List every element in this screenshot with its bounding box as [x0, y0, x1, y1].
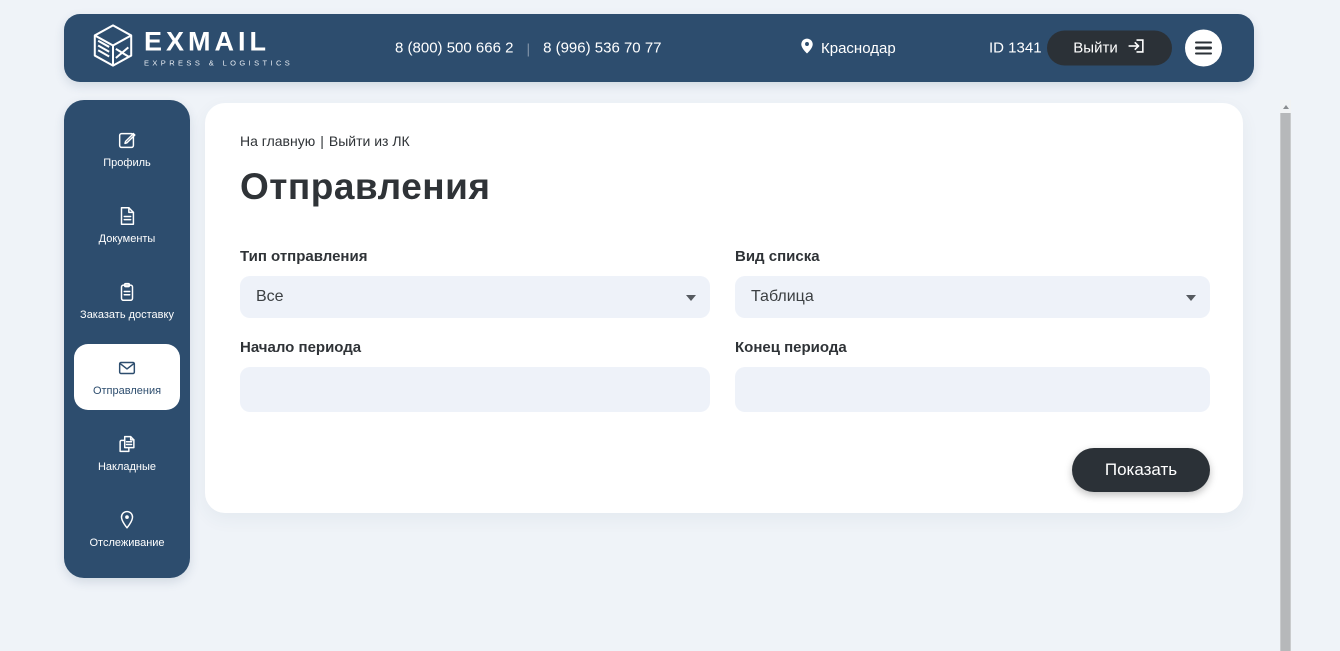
breadcrumb: На главную | Выйти из ЛК	[240, 133, 1210, 149]
map-pin-icon	[116, 509, 138, 531]
sidebar-item-documents[interactable]: Документы	[74, 192, 180, 258]
scroll-up-button[interactable]	[1280, 100, 1291, 113]
sidebar-item-label: Накладные	[98, 461, 156, 473]
breadcrumb-home-link[interactable]: На главную	[240, 133, 315, 149]
exmail-logo[interactable]: EXMAIL EXPRESS & LOGISTICS	[90, 23, 293, 74]
period-end-field: Конец периода	[735, 339, 1210, 412]
logo-text: EXMAIL EXPRESS & LOGISTICS	[144, 29, 293, 68]
sidebar-item-label: Заказать доставку	[80, 309, 174, 321]
scroll-up-arrow-icon	[1283, 105, 1289, 109]
location-label: Краснодар	[821, 40, 896, 57]
brand-name: EXMAIL	[144, 29, 293, 56]
sidebar-item-order-delivery[interactable]: Заказать доставку	[74, 268, 180, 334]
logout-button[interactable]: Выйти	[1047, 31, 1172, 66]
sidebar-item-shipments[interactable]: Отправления	[74, 344, 180, 410]
shipment-type-field: Тип отправления Все	[240, 248, 710, 339]
hamburger-menu-button[interactable]	[1185, 30, 1222, 67]
hamburger-icon	[1195, 41, 1212, 55]
shipment-type-label: Тип отправления	[240, 248, 710, 265]
period-start-label: Начало периода	[240, 339, 710, 356]
app-header: EXMAIL EXPRESS & LOGISTICS 8 (800) 500 6…	[64, 14, 1254, 82]
main-card: На главную | Выйти из ЛК Отправления Тип о…	[205, 103, 1243, 513]
logout-icon	[1127, 37, 1146, 60]
period-start-input[interactable]	[240, 367, 710, 412]
period-end-input[interactable]	[735, 367, 1210, 412]
sidebar-nav: Профиль Документы Заказать доставку Отправл…	[64, 100, 190, 578]
clipboard-icon	[116, 281, 138, 303]
header-phones: 8 (800) 500 666 2 | 8 (996) 536 70 77	[395, 40, 662, 57]
envelope-icon	[116, 357, 138, 379]
sidebar-item-label: Профиль	[103, 157, 151, 169]
filter-form: Тип отправления Все Вид списка Таблица Н…	[240, 248, 1210, 412]
chevron-down-icon	[1186, 295, 1196, 301]
location-pin-icon	[800, 38, 814, 58]
form-actions: Показать	[240, 448, 1210, 492]
brand-tagline: EXPRESS & LOGISTICS	[144, 59, 293, 68]
sidebar-item-tracking[interactable]: Отслеживание	[74, 496, 180, 562]
breadcrumb-logout-link[interactable]: Выйти из ЛК	[329, 133, 410, 149]
phone-divider: |	[526, 40, 530, 56]
scrollbar-thumb[interactable]	[1280, 113, 1291, 651]
sidebar-item-invoices[interactable]: Накладные	[74, 420, 180, 486]
vertical-scrollbar	[1280, 100, 1291, 651]
sidebar-item-profile[interactable]: Профиль	[74, 116, 180, 182]
list-view-label: Вид списка	[735, 248, 1210, 265]
period-start-field: Начало периода	[240, 339, 710, 412]
list-view-value: Таблица	[751, 288, 814, 306]
shipment-type-select[interactable]: Все	[240, 276, 710, 318]
period-end-label: Конец периода	[735, 339, 1210, 356]
list-view-select[interactable]: Таблица	[735, 276, 1210, 318]
breadcrumb-separator: |	[320, 133, 324, 149]
logout-button-label: Выйти	[1073, 40, 1117, 57]
document-icon	[116, 205, 138, 227]
edit-icon	[116, 129, 138, 151]
list-view-field: Вид списка Таблица	[735, 248, 1210, 339]
header-location[interactable]: Краснодар	[800, 38, 896, 58]
show-button[interactable]: Показать	[1072, 448, 1210, 492]
parcel-box-logo-icon	[90, 23, 136, 74]
chevron-down-icon	[686, 295, 696, 301]
shipment-type-value: Все	[256, 288, 284, 306]
sidebar-item-label: Документы	[99, 233, 156, 245]
phone-primary[interactable]: 8 (800) 500 666 2	[395, 40, 513, 57]
sidebar-item-label: Отправления	[93, 385, 161, 397]
page-title: Отправления	[240, 166, 1210, 208]
sidebar-item-label: Отслеживание	[89, 537, 164, 549]
pages-icon	[116, 433, 138, 455]
user-id: ID 1341	[989, 40, 1042, 57]
phone-secondary[interactable]: 8 (996) 536 70 77	[543, 40, 661, 57]
